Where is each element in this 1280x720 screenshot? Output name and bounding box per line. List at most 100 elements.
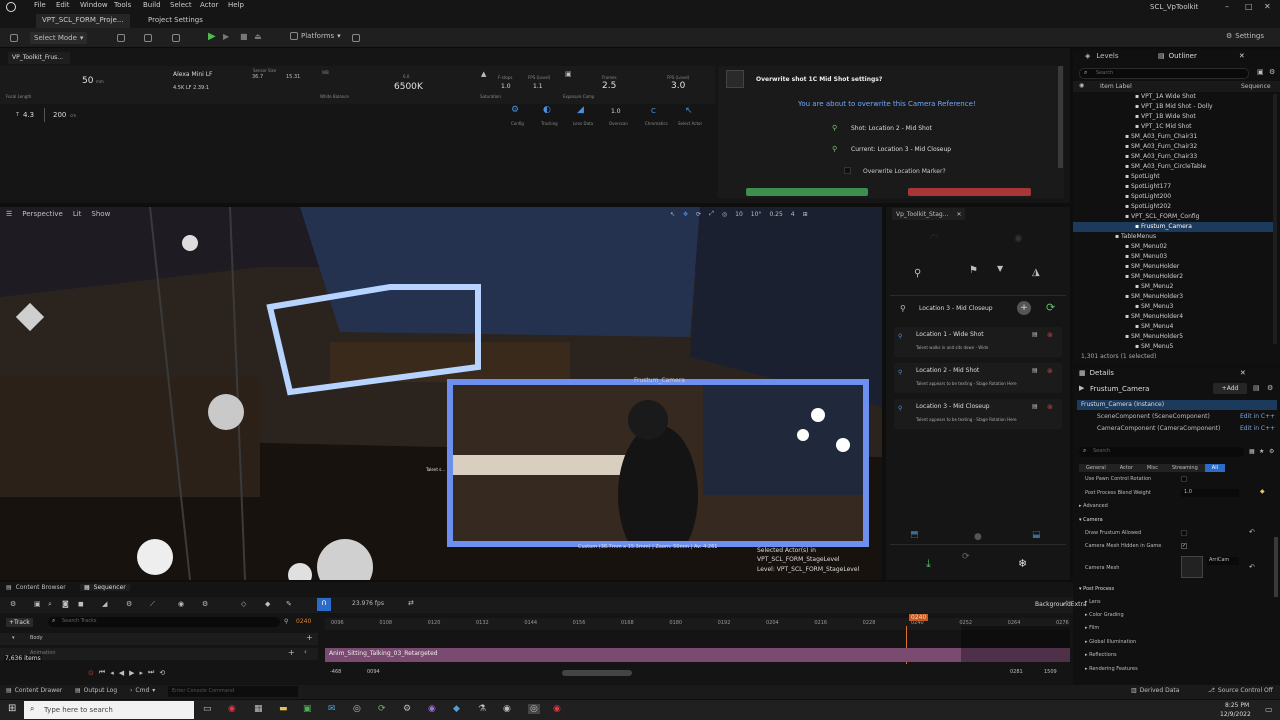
chromatics-icon[interactable]: C	[651, 107, 656, 115]
file-explorer-icon[interactable]: ▬	[279, 704, 288, 714]
outliner-row[interactable]: ▪ SM_A03_Furn_Chair31	[1073, 132, 1275, 142]
focal-length-value[interactable]: 50	[82, 76, 93, 86]
marker-icon[interactable]: ▼	[997, 264, 1003, 273]
outliner-row[interactable]: ▪ SpotLight200	[1073, 192, 1275, 202]
advanced-section[interactable]: ▸ Advanced	[1079, 503, 1108, 509]
render-icon[interactable]: ◼	[78, 600, 84, 608]
perspective-button[interactable]: Perspective	[22, 210, 63, 218]
view-icon[interactable]: ◉	[178, 600, 184, 608]
add-content-icon[interactable]	[117, 34, 125, 42]
range-end[interactable]: 1509	[1044, 669, 1057, 675]
outliner-row[interactable]: ▪ VPT_1B Wide Shot	[1073, 112, 1275, 122]
minimize-icon[interactable]: –	[1225, 2, 1229, 11]
component-label[interactable]: CameraComponent (CameraComponent)	[1097, 425, 1220, 432]
settings-icon[interactable]: ⚙	[1269, 448, 1274, 455]
sequencer-options-icon[interactable]: ⚙	[10, 600, 16, 608]
close-tab-icon[interactable]: ✕	[956, 211, 961, 218]
outliner-row[interactable]: ▪ SM_A03_Furn_Chair33	[1073, 152, 1275, 162]
cancel-button[interactable]	[908, 188, 1031, 196]
instance-row[interactable]: Frustum_Camera (Instance)	[1077, 400, 1277, 410]
outliner-row[interactable]: ▪ SM_MenuHolder5	[1073, 332, 1275, 342]
move-tool-icon[interactable]: ✥	[683, 211, 688, 218]
outliner-row[interactable]: ▪ VPT_SCL_FORM_Config	[1073, 212, 1275, 222]
timeline-scrollbar[interactable]	[562, 670, 632, 676]
app-green-icon[interactable]: ▣	[303, 704, 312, 714]
select-mode-dropdown[interactable]: Select Mode ▾	[30, 32, 88, 44]
step-icon[interactable]: ▶	[223, 32, 229, 41]
outliner-row[interactable]: ▪ SM_Menu02	[1073, 242, 1275, 252]
save-location-icon[interactable]: ▤	[1032, 367, 1038, 374]
menu-window[interactable]: Window	[80, 1, 108, 9]
dialog-scrollbar[interactable]	[1058, 66, 1063, 168]
derived-data-button[interactable]: ▥ Derived Data	[1131, 687, 1179, 694]
aperture-value[interactable]: 4.3	[23, 111, 34, 119]
unreal-logo-icon[interactable]	[6, 2, 16, 12]
chevron-left-icon[interactable]: ‹	[304, 648, 307, 656]
key-icon[interactable]: ⟋	[150, 600, 155, 609]
range-start-view[interactable]: 0094	[367, 669, 380, 675]
location-card-3[interactable]: ⚲ Location 3 - Mid Closeup Talent appear…	[894, 399, 1062, 429]
platforms-dropdown[interactable]: Platforms ▾	[290, 32, 341, 40]
post-process-section[interactable]: ▾ Post Process	[1079, 586, 1114, 592]
settings-icon[interactable]: ⚙	[403, 704, 411, 714]
sensor-width[interactable]: 36.7	[252, 74, 263, 80]
camera-format[interactable]: 4.5K LF 2.39:1	[173, 85, 209, 91]
content-drawer-button[interactable]: ▤ Content Drawer	[6, 687, 62, 694]
source-control-icon[interactable]	[352, 34, 360, 42]
column-item-label[interactable]: Item Label	[1100, 83, 1132, 90]
cinematics-icon[interactable]	[172, 34, 180, 42]
cmd-dropdown[interactable]: › Cmd ▾	[130, 687, 155, 694]
record-app-icon[interactable]: ◉	[553, 704, 561, 714]
loop-icon[interactable]: ⟲	[159, 669, 165, 677]
menu-tools[interactable]: Tools	[114, 1, 131, 9]
close-window-icon[interactable]: ✕	[1264, 2, 1271, 11]
outliner-row[interactable]: ▪ SM_A03_Furn_CircleTable	[1073, 162, 1275, 172]
track-animation[interactable]: Animation + ‹	[0, 648, 318, 660]
edit-cpp-link[interactable]: Edit in C++	[1240, 425, 1275, 432]
settings-icon[interactable]: ⚙	[1267, 384, 1273, 392]
freeze-icon[interactable]: ❄	[1018, 557, 1027, 570]
viewport-options-icon[interactable]: ☰	[6, 210, 12, 218]
camera-icon[interactable]: ◙	[62, 600, 69, 608]
lock-icon[interactable]: ★	[1259, 448, 1264, 455]
calculator-icon[interactable]: ▦	[254, 704, 263, 714]
find-icon[interactable]: ⌕	[48, 600, 52, 609]
select-actor-icon[interactable]: ↖	[685, 106, 693, 116]
filter-misc[interactable]: Misc	[1139, 464, 1165, 472]
menu-build[interactable]: Build	[143, 1, 161, 9]
fps-dropdown[interactable]: 23.976 fps	[352, 600, 384, 607]
chrome-icon[interactable]: ◉	[228, 704, 236, 714]
outliner-row[interactable]: ▪ SM_MenuHolder2	[1073, 272, 1275, 282]
expand-icon[interactable]: ⤢	[1063, 600, 1068, 608]
fps-value-2[interactable]: 3.0	[671, 81, 685, 91]
stop-icon[interactable]: ■	[240, 32, 248, 41]
tab-content-browser[interactable]: ▤ Content Browser	[6, 584, 66, 591]
loop-icon[interactable]: ⇄	[408, 599, 414, 607]
component-label[interactable]: SceneComponent (SceneComponent)	[1097, 413, 1210, 420]
add-component-button[interactable]: +Add	[1213, 383, 1247, 394]
obs-icon[interactable]: ◉	[428, 704, 436, 714]
task-view-icon[interactable]: ▭	[203, 704, 212, 714]
play-icon[interactable]: ▶	[208, 31, 216, 42]
menu-select[interactable]: Select	[170, 1, 192, 9]
outliner-row[interactable]: ▪ VPT_1A Wide Shot	[1073, 92, 1275, 102]
app-blue-icon[interactable]: ◆	[453, 704, 460, 714]
show-button[interactable]: Show	[91, 210, 110, 218]
outliner-row[interactable]: ▪ SpotLight	[1073, 172, 1275, 182]
director-icon[interactable]: ⚑	[969, 265, 978, 276]
play-reverse-icon[interactable]: ◀	[119, 669, 124, 677]
animation-clip[interactable]: Anim_Sitting_Talking_03_Retargeted	[325, 648, 1070, 662]
output-log-button[interactable]: ▤ Output Log	[75, 687, 117, 694]
delete-location-icon[interactable]: ⊗	[1047, 331, 1053, 339]
key-diamond-icon[interactable]: ◇	[241, 600, 246, 608]
filter-actor[interactable]: Actor	[1112, 464, 1140, 472]
outliner-row[interactable]: ▪ SM_Menu3	[1073, 302, 1275, 312]
delete-location-icon[interactable]: ⊗	[1047, 367, 1053, 375]
sync-icon[interactable]: ⟳	[962, 552, 970, 562]
filter-streaming[interactable]: Streaming	[1164, 464, 1205, 472]
focus-distance-value[interactable]: 200	[53, 111, 66, 119]
outliner-row[interactable]: ▪ SM_A03_Furn_Chair32	[1073, 142, 1275, 152]
outliner-row[interactable]: ▪ VPT_1C Mid Shot	[1073, 122, 1275, 132]
post-film[interactable]: ▸ Film	[1085, 625, 1099, 631]
blend-weight-field[interactable]: 1.0	[1181, 489, 1239, 497]
